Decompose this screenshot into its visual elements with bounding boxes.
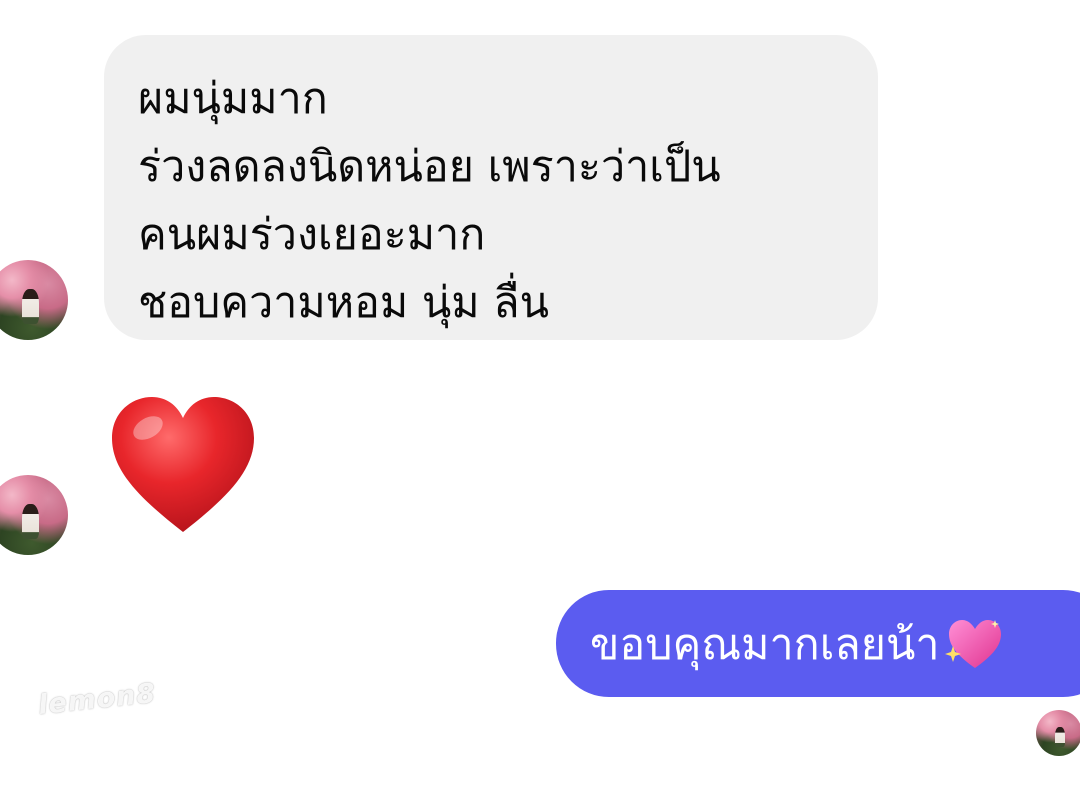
outgoing-message-text: ขอบคุณมากเลยน้า [590,619,940,670]
message-line: ร่วงลดลงนิดหน่อย เพราะว่าเป็น [138,142,721,192]
sparkling-heart-icon [945,619,1002,668]
lemon8-watermark: lemon8 [36,677,158,722]
avatar-photo [21,288,40,324]
contact-avatar[interactable] [0,260,68,340]
my-avatar[interactable] [1036,710,1080,756]
heart-icon[interactable] [108,392,258,542]
message-line: ชอบความหอม นุ่ม ลื่น [138,278,550,328]
avatar-photo [21,503,40,539]
chat-thread: ผมนุ่มมาก ร่วงลดลงนิดหน่อย เพราะว่าเป็น … [0,0,1080,809]
outgoing-message-bubble[interactable]: ขอบคุณมากเลยน้า [556,590,1080,697]
message-line: คนผมร่วงเยอะมาก [138,210,486,260]
contact-avatar[interactable] [0,475,68,555]
incoming-message-bubble[interactable]: ผมนุ่มมาก ร่วงลดลงนิดหน่อย เพราะว่าเป็น … [104,35,878,340]
avatar-photo [1055,726,1066,747]
message-line: ผมนุ่มมาก [138,74,328,124]
